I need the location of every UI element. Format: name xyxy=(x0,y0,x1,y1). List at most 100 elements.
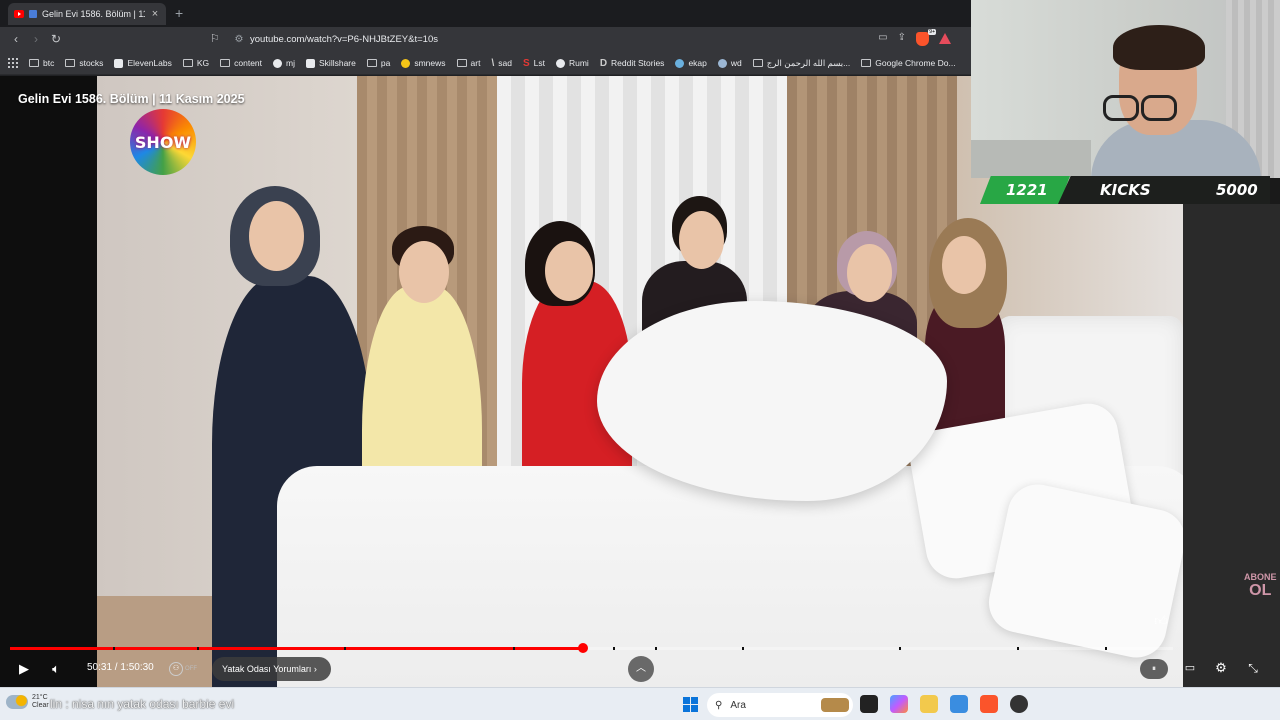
glasses xyxy=(1141,95,1177,121)
weather-widget[interactable]: 21°C Clear xyxy=(6,694,49,710)
search-highlight-icon xyxy=(821,698,849,712)
copilot-icon[interactable] xyxy=(890,695,908,713)
like-icon[interactable]: 👍︎ xyxy=(1152,612,1170,630)
chapter-marker xyxy=(613,647,615,650)
kicks-goal: 5000 xyxy=(1216,181,1258,199)
bookmark-wd[interactable]: wd xyxy=(717,58,742,68)
bookmark-kg[interactable]: KG xyxy=(182,58,209,68)
weather-text: 21°C Clear xyxy=(32,694,49,710)
cast-icon[interactable]: ▭ xyxy=(878,32,887,46)
new-tab-button[interactable]: + xyxy=(175,5,183,21)
bookmark-lst[interactable]: S Lst xyxy=(523,58,545,69)
brave-rewards-icon[interactable] xyxy=(939,33,951,44)
folder-icon xyxy=(65,59,76,67)
bookmark-pa[interactable]: pa xyxy=(366,58,390,68)
face xyxy=(847,244,892,302)
subscribe-watermark: ABONE OL xyxy=(1244,572,1277,599)
bookmark-arabic[interactable]: بسم الله الرحمن الرج... xyxy=(752,58,850,69)
chapter-marker xyxy=(1017,647,1019,650)
chapter-button[interactable]: Yatak Odası Yorumları › xyxy=(212,657,331,681)
site-settings-icon[interactable]: ⚙ xyxy=(228,34,250,45)
elevenlabs-icon xyxy=(114,58,124,68)
bookmark-content[interactable]: content xyxy=(220,58,262,68)
folder-icon xyxy=(29,59,39,67)
show-tv-logo: SHOW xyxy=(130,109,196,175)
glasses xyxy=(1103,95,1139,121)
video-title[interactable]: Gelin Evi 1586. Bölüm | 11 Kasım 2025 xyxy=(18,92,245,106)
bird-icon xyxy=(675,58,685,68)
bookmarks-bar: btc stocks ElevenLabs KG content mj Skil… xyxy=(0,52,971,75)
play-icon[interactable]: ▶ xyxy=(14,657,34,681)
settings-gear-icon[interactable]: ⚙ xyxy=(1212,660,1230,676)
snipping-tool-icon[interactable] xyxy=(950,695,968,713)
face xyxy=(942,236,986,294)
bookmark-reddit-stories[interactable]: D Reddit Stories xyxy=(600,58,665,69)
address-bar[interactable]: ⚙ youtube.com/watch?v=P6-NHJBtZEY&t=10s xyxy=(228,30,950,49)
share-icon[interactable]: ⇪ xyxy=(898,32,906,46)
chat-message-overlay: lin : nisa nın yatak odası barbie evi xyxy=(50,697,235,711)
search-label: Ara xyxy=(730,699,746,711)
face xyxy=(545,241,593,301)
task-view-icon[interactable] xyxy=(860,695,878,713)
hd-icon: ⚇ xyxy=(169,661,183,676)
volume-icon[interactable]: 🔈︎ xyxy=(46,657,66,681)
bookmark-sad[interactable]: \ sad xyxy=(491,58,512,69)
chapter-marker xyxy=(344,647,346,650)
kicks-count: 1221 xyxy=(1006,181,1048,199)
bookmark-btc[interactable]: btc xyxy=(29,58,54,68)
bookmark-page-icon[interactable]: ⚐ xyxy=(210,32,222,46)
windows-start-icon[interactable] xyxy=(683,697,698,712)
video-actions: 👍︎ 👎︎ ☰ ➦ xyxy=(1152,612,1183,630)
time-display: 50:31 / 1:50:30 xyxy=(87,662,154,673)
search-icon: ⚲ xyxy=(715,699,723,711)
folder-icon xyxy=(182,59,193,67)
taskbar-apps xyxy=(860,695,1028,713)
exit-fullscreen-icon[interactable]: ⤡ xyxy=(1244,660,1262,676)
brave-shield-icon[interactable]: 9+ xyxy=(916,29,936,46)
file-explorer-icon[interactable] xyxy=(920,695,938,713)
bookmark-art[interactable]: art xyxy=(456,58,480,68)
brave-browser-icon[interactable] xyxy=(980,695,998,713)
skillshare-icon xyxy=(306,58,316,68)
url-text[interactable]: youtube.com/watch?v=P6-NHJBtZEY&t=10s xyxy=(250,34,950,45)
progress-bar[interactable] xyxy=(10,643,1173,653)
expand-up-icon[interactable]: ︿ xyxy=(628,656,654,682)
autoplay-toggle[interactable]: ⏸ xyxy=(1140,659,1168,679)
bookmark-rumi[interactable]: Rumi xyxy=(555,58,589,68)
face xyxy=(679,211,724,269)
back-button[interactable]: ‹ xyxy=(8,31,24,47)
reload-button[interactable]: ↻ xyxy=(48,31,64,47)
youtube-favicon-icon xyxy=(14,10,24,18)
bookmark-elevenlabs[interactable]: ElevenLabs xyxy=(114,58,172,68)
taskbar-search[interactable]: ⚲ Ara xyxy=(707,693,853,717)
bookmark-ekap[interactable]: ekap xyxy=(675,58,707,68)
globe-icon xyxy=(555,58,565,68)
shelf xyxy=(971,140,1091,178)
bookmark-skillshare[interactable]: Skillshare xyxy=(306,58,356,68)
app-icon[interactable] xyxy=(1010,695,1028,713)
toolbar-actions: ▭ ⇪ 9+ xyxy=(878,29,951,46)
temperature: 21°C xyxy=(32,694,48,701)
shield-badge: 9+ xyxy=(928,29,936,35)
forward-button[interactable]: › xyxy=(28,31,44,47)
bookmark-stocks[interactable]: stocks xyxy=(65,58,103,68)
smiley-icon xyxy=(401,58,411,68)
bookmark-mj[interactable]: mj xyxy=(273,58,295,68)
tab-close-icon[interactable]: × xyxy=(150,8,160,20)
screen: Gelin Evi 1586. Bölüm | 11 Kas × + ‹ › ↻… xyxy=(0,0,1280,720)
chapter-marker xyxy=(513,647,515,650)
chapter-marker xyxy=(197,647,199,650)
d-logo-icon: D xyxy=(599,57,608,69)
chapter-marker xyxy=(113,647,115,650)
webcam-overlay xyxy=(971,0,1280,178)
tab-youtube[interactable]: Gelin Evi 1586. Bölüm | 11 Kas × xyxy=(8,3,166,25)
github-icon xyxy=(273,58,283,68)
chapter-marker xyxy=(655,647,657,650)
captions-icon[interactable]: ▭ xyxy=(1182,661,1198,675)
bookmark-smnews[interactable]: smnews xyxy=(401,58,446,68)
bookmark-google-chrome[interactable]: Google Chrome Do... xyxy=(861,58,956,68)
overlay-background xyxy=(1183,204,1280,687)
quality-toggle[interactable]: ⚇ OFF xyxy=(169,660,207,677)
kicks-label: KICKS xyxy=(1100,181,1151,199)
apps-grid-icon[interactable] xyxy=(8,58,18,68)
